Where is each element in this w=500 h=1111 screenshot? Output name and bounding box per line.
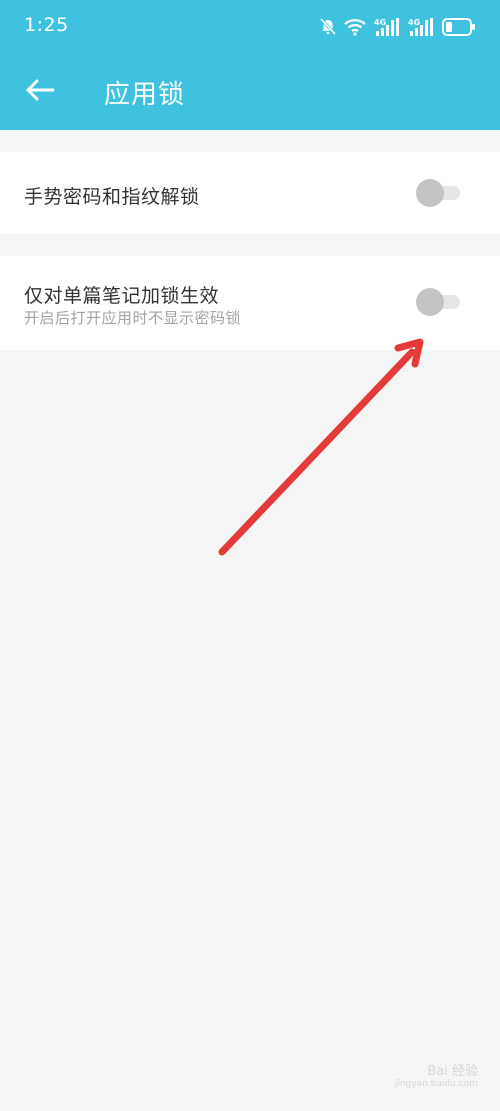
watermark: Bai 经验 jingyan.baidu.com xyxy=(395,1060,478,1089)
signal-4g-icon: 4G xyxy=(408,17,434,37)
status-icons: 4G 4G xyxy=(320,14,476,40)
toggle-thumb xyxy=(416,288,444,316)
settings-item-gesture-fingerprint[interactable]: 手势密码和指纹解锁 xyxy=(0,152,500,234)
svg-text:4G: 4G xyxy=(374,18,386,27)
setting-label: 仅对单篇笔记加锁生效 xyxy=(24,285,220,307)
single-note-lock-toggle[interactable] xyxy=(416,288,462,316)
setting-label: 手势密码和指纹解锁 xyxy=(24,186,200,208)
wifi-icon xyxy=(344,18,366,36)
status-time: 1:25 xyxy=(24,14,69,36)
bell-off-icon xyxy=(320,18,336,36)
watermark-url: jingyan.baidu.com xyxy=(394,1079,478,1089)
toggle-thumb xyxy=(416,179,444,207)
arrow-left-icon xyxy=(25,79,55,105)
back-button[interactable] xyxy=(18,70,62,114)
app-bar: 1:25 4G 4G 应用锁 xyxy=(0,0,500,130)
battery-icon xyxy=(442,17,476,37)
annotation-arrow-shaft xyxy=(218,348,416,556)
setting-description: 开启后打开应用时不显示密码锁 xyxy=(24,309,242,327)
svg-text:4G: 4G xyxy=(408,18,420,27)
settings-item-single-note-lock[interactable]: 仅对单篇笔记加锁生效 开启后打开应用时不显示密码锁 xyxy=(0,256,500,350)
watermark-logo: Bai 经验 xyxy=(427,1064,478,1079)
page-title: 应用锁 xyxy=(104,80,186,110)
signal-4g-icon: 4G xyxy=(374,17,400,37)
gesture-fingerprint-toggle[interactable] xyxy=(416,179,462,207)
